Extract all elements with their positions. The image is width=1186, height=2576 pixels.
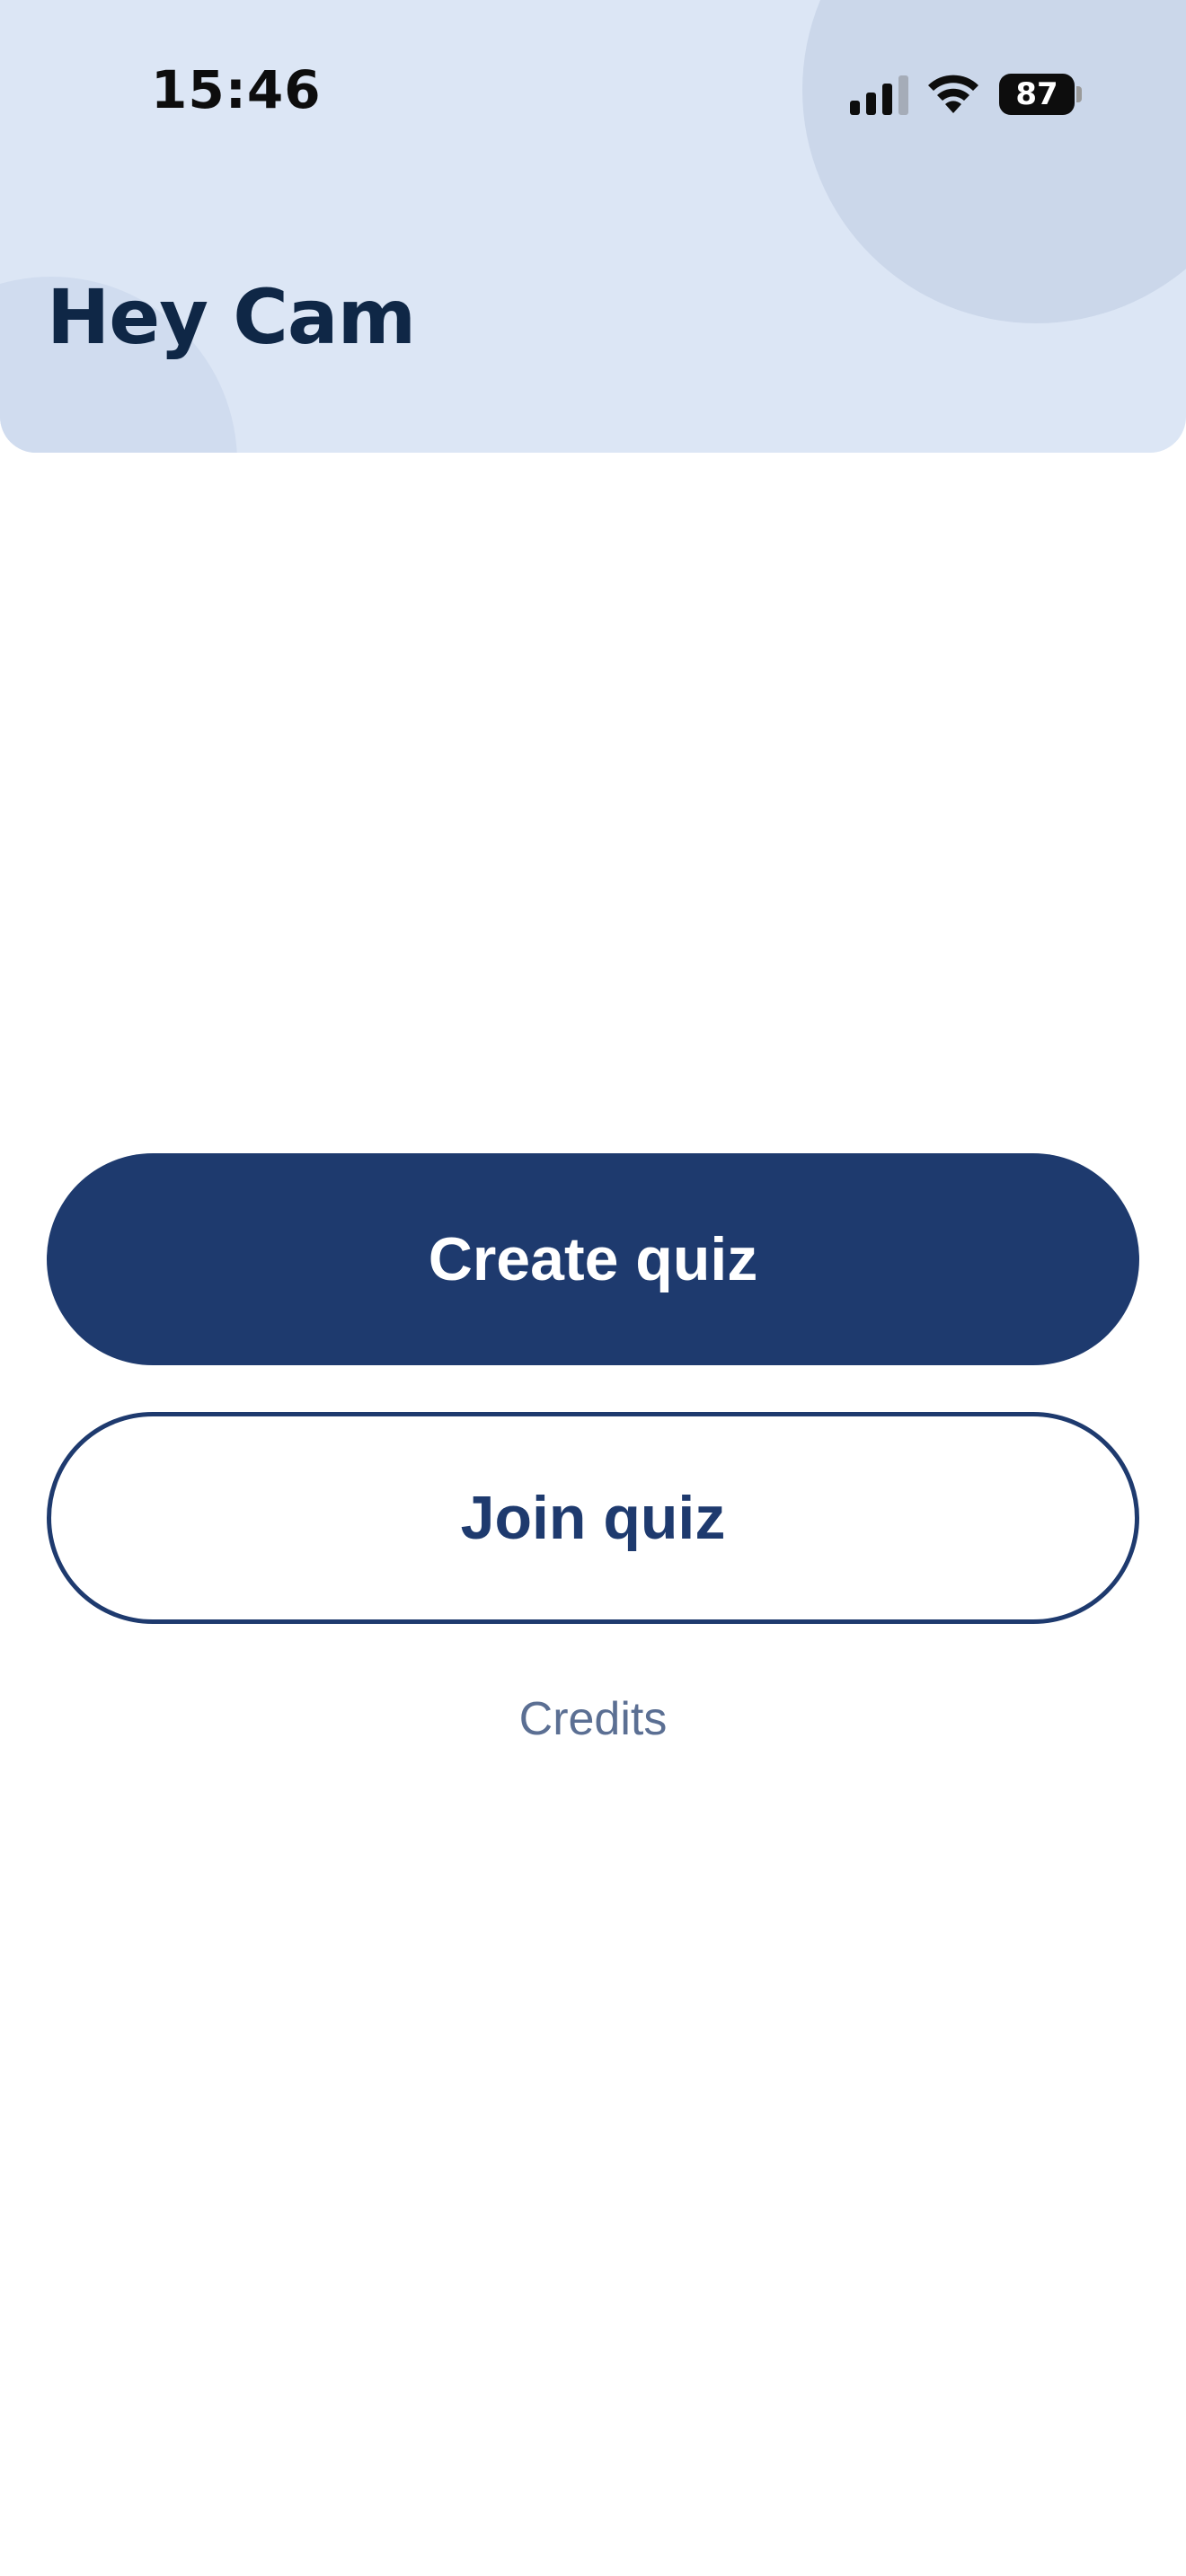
wifi-icon	[928, 75, 978, 113]
join-quiz-button[interactable]: Join quiz	[47, 1412, 1139, 1624]
header-banner: 15:46 87 Hey Cam	[0, 0, 1186, 453]
create-quiz-button[interactable]: Create quiz	[47, 1153, 1139, 1365]
credits-link[interactable]: Credits	[0, 1692, 1186, 1746]
greeting-title: Hey Cam	[47, 273, 416, 361]
battery-level: 87	[999, 74, 1075, 115]
battery-cap	[1076, 86, 1082, 102]
home-screen: 15:46 87 Hey Cam Create quiz Join quiz C…	[0, 0, 1186, 2576]
battery-indicator: 87	[999, 74, 1082, 115]
decorative-circle-top-right	[802, 0, 1186, 323]
status-time: 15:46	[151, 59, 322, 120]
cellular-signal-icon	[850, 75, 908, 115]
